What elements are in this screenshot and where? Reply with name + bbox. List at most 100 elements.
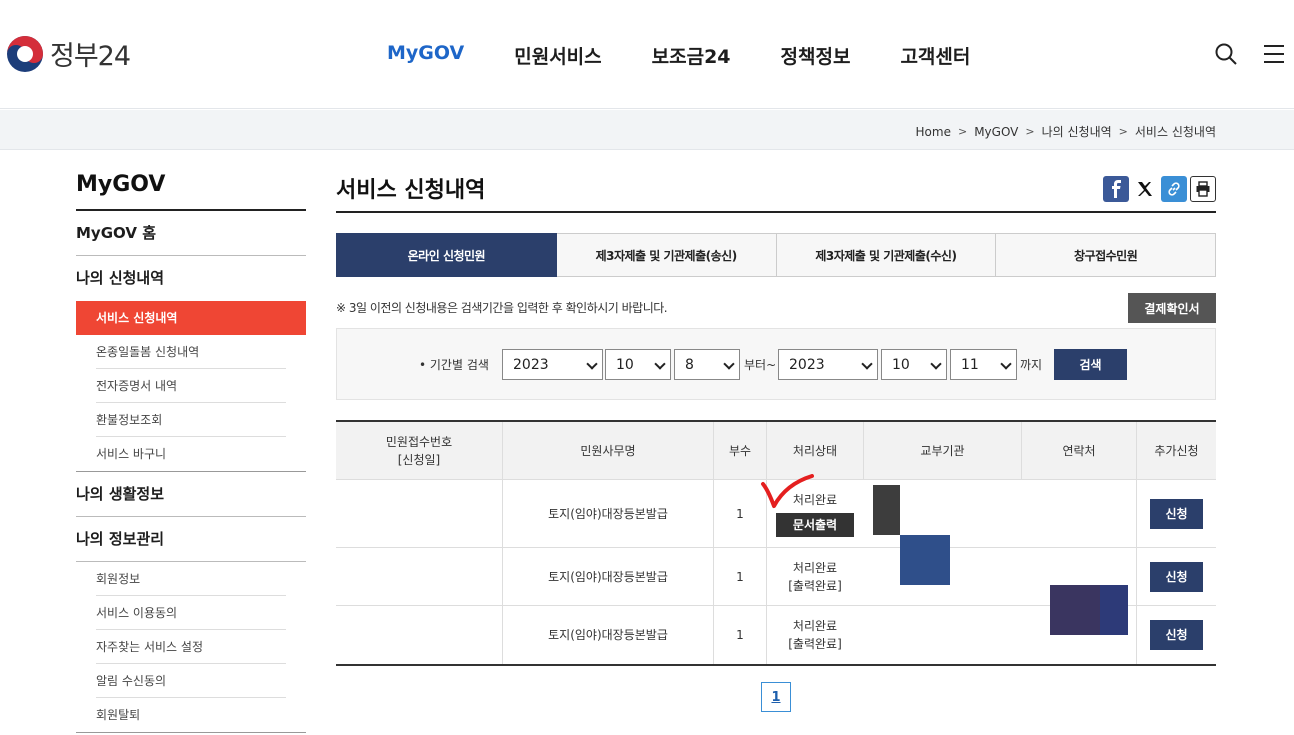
tab-counter-applications[interactable]: 창구접수민원 <box>996 233 1216 277</box>
page-title: 서비스 신청내역 <box>336 172 1216 213</box>
sidebar-item-withdraw[interactable]: 회원탈퇴 <box>76 698 306 732</box>
sidebar-item-my-applications[interactable]: 나의 신청내역 <box>76 256 306 301</box>
from-word: 부터~ <box>744 358 777 372</box>
chevron-down-icon <box>861 358 873 370</box>
facebook-icon[interactable] <box>1103 176 1129 202</box>
application-tabs: 온라인 신청민원 제3자제출 및 기관제출(송신) 제3자제출 및 기관제출(수… <box>336 233 1216 277</box>
search-icon[interactable] <box>1214 42 1238 66</box>
sidebar-item-life-info[interactable]: 나의 생활정보 <box>76 472 306 517</box>
print-icon[interactable] <box>1190 176 1216 202</box>
chevron-down-icon <box>654 358 666 370</box>
status-text: 처리완료 <box>792 619 838 633</box>
breadcrumb-my-applications[interactable]: 나의 신청내역 <box>1042 123 1112 140</box>
site-header: 정부24 MyGOV 민원서비스 보조금24 정책정보 고객센터 <box>0 0 1294 109</box>
sidebar-submenu-info: 회원정보 서비스 이용동의 자주찾는 서비스 설정 알림 수신동의 회원탈퇴 <box>76 562 306 733</box>
taegeuk-logo-icon <box>7 35 43 72</box>
copies-cell: 1 <box>713 606 766 664</box>
breadcrumb-current: 서비스 신청내역 <box>1134 125 1216 139</box>
notice-text: ※ 3일 이전의 신청내용은 검색기간을 입력한 후 확인하시기 바랍니다. <box>336 301 668 315</box>
to-month-select[interactable]: 10 <box>881 349 947 380</box>
print-document-button[interactable]: 문서출력 <box>776 512 854 537</box>
copies-cell: 1 <box>713 548 766 605</box>
from-year-select[interactable]: 2023 <box>502 349 603 380</box>
col-additional-apply: 추가신청 <box>1136 422 1216 479</box>
status-cell: 처리완료 [출력완료] <box>766 548 863 605</box>
sidebar-item-service-applications[interactable]: 서비스 신청내역 <box>76 301 306 335</box>
nav-civil-service[interactable]: 민원서비스 <box>514 42 601 69</box>
red-check-mark-icon <box>761 474 814 508</box>
apply-button[interactable]: 신청 <box>1150 498 1203 529</box>
service-name-cell: 토지(임야)대장등본발급 <box>502 548 713 605</box>
breadcrumb-mygov[interactable]: MyGOV <box>974 125 1018 139</box>
col-status: 처리상태 <box>766 422 863 479</box>
from-month-select[interactable]: 10 <box>605 349 671 380</box>
chevron-down-icon <box>586 358 598 370</box>
apply-button[interactable]: 신청 <box>1150 561 1203 592</box>
apply-cell: 신청 <box>1136 606 1216 664</box>
table-header-row: 민원접수번호 [신청일] 민원사무명 부수 처리상태 교부기관 연락처 추가신청 <box>336 422 1216 480</box>
site-logo[interactable]: 정부24 <box>6 34 131 73</box>
tab-online-applications[interactable]: 온라인 신청민원 <box>336 233 557 277</box>
receipt-number-cell <box>336 606 502 664</box>
page-1-link[interactable]: 1 <box>761 682 791 712</box>
sidebar-item-refund-info[interactable]: 환불정보조회 <box>76 403 306 437</box>
applications-table: 민원접수번호 [신청일] 민원사무명 부수 처리상태 교부기관 연락처 추가신청 … <box>336 420 1216 666</box>
apply-cell: 신청 <box>1136 548 1216 605</box>
payment-confirmation-button[interactable]: 결제확인서 <box>1128 293 1216 323</box>
issuing-agency-cell <box>863 606 1021 664</box>
col-receipt-number: 민원접수번호 [신청일] <box>385 434 453 467</box>
breadcrumb-home[interactable]: Home <box>916 125 951 139</box>
service-name-cell: 토지(임야)대장등본발급 <box>502 606 713 664</box>
sidebar-item-favorite-services[interactable]: 자주찾는 서비스 설정 <box>76 630 306 664</box>
receipt-number-cell <box>336 480 502 547</box>
col-copies: 부수 <box>713 422 766 479</box>
search-button[interactable]: 검색 <box>1054 349 1127 380</box>
sidebar-title: MyGOV <box>76 172 306 211</box>
redaction-block <box>873 485 900 535</box>
sidebar-item-service-basket[interactable]: 서비스 바구니 <box>76 437 306 471</box>
breadcrumb: Home > MyGOV > 나의 신청내역 > 서비스 신청내역 <box>916 123 1216 140</box>
redaction-block <box>900 535 950 585</box>
nav-customer-center[interactable]: 고객센터 <box>900 42 970 69</box>
tab-third-party-sent[interactable]: 제3자제출 및 기관제출(송신) <box>556 233 777 277</box>
to-day-select[interactable]: 11 <box>950 349 1017 380</box>
chevron-right-icon: > <box>957 125 968 138</box>
link-copy-icon[interactable] <box>1161 176 1187 202</box>
nav-policy-info[interactable]: 정책정보 <box>781 42 851 69</box>
sidebar-item-e-certificates[interactable]: 전자증명서 내역 <box>76 369 306 403</box>
apply-cell: 신청 <box>1136 480 1216 547</box>
chevron-down-icon <box>1000 358 1012 370</box>
chevron-right-icon: > <box>1118 125 1128 138</box>
sidebar-item-mygov-home[interactable]: MyGOV 홈 <box>76 211 306 256</box>
sidebar-item-service-consent[interactable]: 서비스 이용동의 <box>76 596 306 630</box>
receipt-number-cell <box>336 548 502 605</box>
chevron-down-icon <box>723 358 735 370</box>
col-contact: 연락처 <box>1021 422 1136 479</box>
sidebar-item-notification-consent[interactable]: 알림 수신동의 <box>76 664 306 698</box>
print-status-text: [출력완료] <box>788 637 842 651</box>
main-content: 서비스 신청내역 온라인 신청민원 제3자제출 및 기관제출(송신) 제3자제출… <box>336 172 1216 712</box>
share-tools <box>1100 176 1216 202</box>
from-day-select[interactable]: 8 <box>674 349 740 380</box>
contact-cell <box>1021 480 1136 547</box>
breadcrumb-bar: Home > MyGOV > 나의 신청내역 > 서비스 신청내역 <box>0 110 1294 150</box>
apply-button[interactable]: 신청 <box>1150 620 1203 650</box>
col-issuing-agency: 교부기관 <box>863 422 1021 479</box>
x-twitter-icon[interactable] <box>1132 176 1158 202</box>
tab-third-party-received[interactable]: 제3자제출 및 기관제출(수신) <box>776 233 997 277</box>
nav-subsidy24[interactable]: 보조금24 <box>652 42 731 69</box>
sidebar: MyGOV MyGOV 홈 나의 신청내역 서비스 신청내역 온종일돌봄 신청내… <box>76 172 306 733</box>
nav-mygov[interactable]: MyGOV <box>387 42 464 69</box>
sidebar-item-care-applications[interactable]: 온종일돌봄 신청내역 <box>76 335 306 369</box>
to-word: 까지 <box>1020 358 1043 372</box>
period-search-box: • 기간별 검색 2023 10 8 부터~ 2023 10 11 까지 검색 <box>336 328 1216 400</box>
menu-icon[interactable] <box>1262 42 1286 66</box>
sidebar-item-info-management[interactable]: 나의 정보관리 <box>76 517 306 562</box>
redaction-block <box>1100 585 1128 635</box>
to-year-select[interactable]: 2023 <box>778 349 878 380</box>
copies-cell: 1 <box>713 480 766 547</box>
print-status-text: [출력완료] <box>788 578 842 593</box>
logo-text: 정부24 <box>50 41 131 72</box>
main-nav: MyGOV 민원서비스 보조금24 정책정보 고객센터 <box>362 42 995 69</box>
sidebar-item-member-info[interactable]: 회원정보 <box>76 562 306 596</box>
